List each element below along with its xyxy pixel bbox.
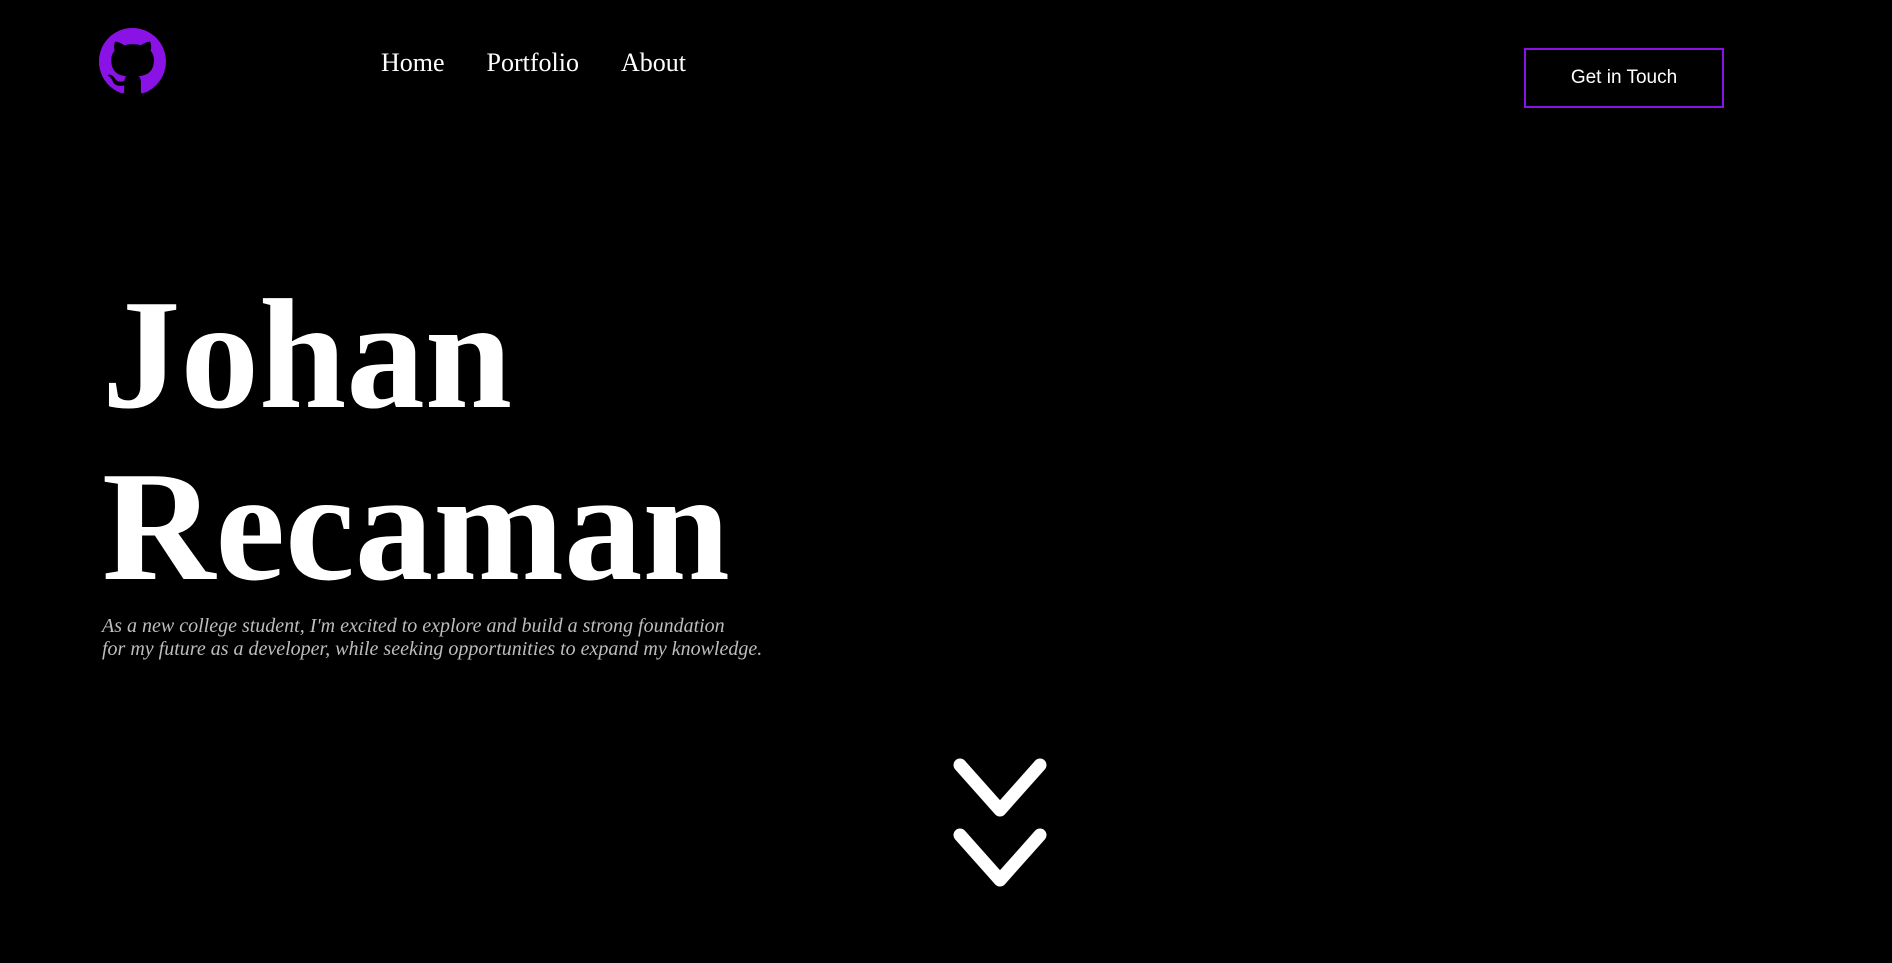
hero-tagline: As a new college student, I'm excited to… (102, 615, 802, 661)
hero-tagline-line-1: As a new college student, I'm excited to… (102, 615, 725, 637)
hero-name-first: Johan (102, 267, 513, 441)
get-in-touch-button[interactable]: Get in Touch (1524, 48, 1724, 108)
github-icon[interactable] (99, 28, 166, 95)
nav-home-link[interactable]: Home (381, 46, 445, 80)
hero-tagline-line-2: for my future as a developer, while seek… (102, 638, 763, 660)
hero-name: Johan Recaman (102, 268, 730, 612)
main-nav: Home Portfolio About (381, 46, 686, 80)
nav-portfolio-link[interactable]: Portfolio (487, 46, 579, 80)
double-chevron-down-icon[interactable] (950, 755, 1050, 890)
nav-about-link[interactable]: About (621, 46, 686, 80)
hero-name-last: Recaman (102, 439, 730, 613)
